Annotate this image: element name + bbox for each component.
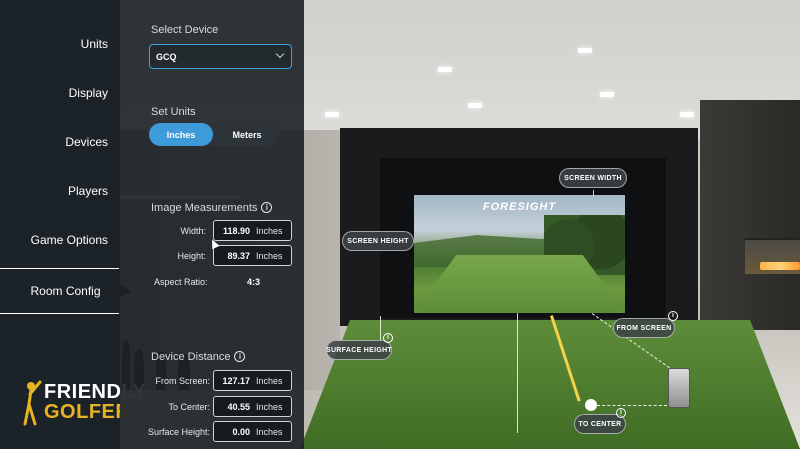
surface-height-label: Surface Height: bbox=[147, 427, 210, 437]
screen-logo: FORESIGHT bbox=[482, 201, 557, 213]
height-field[interactable]: 89.37 Inches bbox=[213, 245, 292, 266]
golf-ball bbox=[585, 399, 597, 411]
set-units-label: Set Units bbox=[151, 106, 196, 118]
units-inches-button[interactable]: Inches bbox=[149, 123, 213, 146]
device-distance-label: Device Distance bbox=[151, 351, 231, 363]
to-center-info-icon[interactable]: i bbox=[616, 408, 626, 418]
fireplace bbox=[760, 262, 800, 270]
nav-item-game-options[interactable]: Game Options bbox=[31, 233, 108, 247]
ceiling-light bbox=[468, 103, 482, 108]
screen-height-tag[interactable]: SCREEN HEIGHT bbox=[342, 231, 414, 251]
to-center-unit: Inches bbox=[256, 401, 283, 412]
launch-monitor bbox=[668, 368, 690, 408]
nav-item-units[interactable]: Units bbox=[81, 37, 108, 51]
from-screen-tag-label: FROM SCREEN bbox=[616, 324, 672, 332]
select-device-label: Select Device bbox=[151, 24, 219, 36]
device-select-value: GCQ bbox=[156, 51, 177, 62]
ceiling-light bbox=[600, 92, 614, 97]
ceiling-light bbox=[438, 67, 452, 72]
to-center-label: To Center: bbox=[168, 402, 210, 412]
nav-item-room-config-label: Room Config bbox=[30, 284, 101, 298]
nav-item-devices[interactable]: Devices bbox=[65, 135, 108, 149]
impact-screen: FORESIGHT bbox=[414, 195, 625, 313]
height-unit: Inches bbox=[256, 250, 283, 261]
room-config-panel: Select Device GCQ Set Units Inches Meter… bbox=[120, 0, 304, 449]
from-screen-value: 127.17 bbox=[222, 375, 250, 386]
golfer-icon bbox=[23, 380, 42, 426]
width-field[interactable]: 118.90 Inches bbox=[213, 220, 292, 241]
screen-height-tag-label: SCREEN HEIGHT bbox=[347, 237, 409, 245]
screen-width-tag[interactable]: SCREEN WIDTH bbox=[559, 168, 627, 188]
from-screen-tag[interactable]: FROM SCREEN bbox=[613, 318, 675, 338]
to-center-guide bbox=[597, 405, 667, 406]
surface-height-unit: Inches bbox=[256, 426, 283, 437]
ceiling-light bbox=[325, 112, 339, 117]
width-value: 118.90 bbox=[222, 225, 250, 236]
width-guide bbox=[593, 190, 594, 196]
settings-nav: Units Display Devices Players Game Optio… bbox=[0, 0, 146, 449]
from-screen-info-icon[interactable]: i bbox=[668, 311, 678, 321]
from-screen-unit: Inches bbox=[256, 375, 283, 386]
height-value: 89.37 bbox=[227, 250, 250, 261]
image-measurements-info-icon[interactable]: i bbox=[261, 202, 273, 213]
image-measurements-heading: Image Measurements i bbox=[151, 202, 273, 214]
brand-word-golfer: GOLFER bbox=[44, 401, 131, 423]
to-center-value: 40.55 bbox=[227, 401, 250, 412]
to-center-tag-label: TO CENTER bbox=[578, 420, 622, 428]
ceiling-light bbox=[578, 48, 592, 53]
screen-width-tag-label: SCREEN WIDTH bbox=[564, 174, 622, 182]
device-distance-heading: Device Distance i bbox=[151, 351, 246, 363]
device-select[interactable]: GCQ bbox=[149, 44, 292, 69]
surface-height-value: 0.00 bbox=[232, 426, 250, 437]
chevron-down-icon bbox=[275, 49, 285, 59]
nav-item-players[interactable]: Players bbox=[68, 184, 108, 198]
units-meters-button[interactable]: Meters bbox=[215, 123, 279, 146]
surface-height-info-icon[interactable]: i bbox=[383, 333, 393, 343]
units-toggle: Inches Meters bbox=[149, 123, 279, 146]
surface-height-field[interactable]: 0.00 Inches bbox=[213, 421, 292, 442]
screen-center-line bbox=[517, 313, 518, 433]
ceiling-light bbox=[680, 112, 694, 117]
nav-item-room-config[interactable]: Room Config bbox=[0, 268, 132, 314]
from-screen-field[interactable]: 127.17 Inches bbox=[213, 370, 292, 391]
aspect-ratio-label: Aspect Ratio: bbox=[154, 277, 208, 287]
width-unit: Inches bbox=[256, 225, 283, 236]
device-distance-info-icon[interactable]: i bbox=[234, 351, 246, 362]
surface-height-tag-label: SURFACE HEIGHT bbox=[325, 346, 393, 354]
aspect-ratio-value: 4:3 bbox=[247, 277, 261, 287]
width-label: Width: bbox=[180, 226, 206, 236]
surface-height-tag[interactable]: SURFACE HEIGHT bbox=[326, 340, 392, 360]
from-screen-label: From Screen: bbox=[155, 376, 210, 386]
nav-item-display[interactable]: Display bbox=[69, 86, 108, 100]
to-center-field[interactable]: 40.55 Inches bbox=[213, 396, 292, 417]
height-label: Height: bbox=[177, 251, 206, 261]
image-measurements-label: Image Measurements bbox=[151, 202, 258, 214]
